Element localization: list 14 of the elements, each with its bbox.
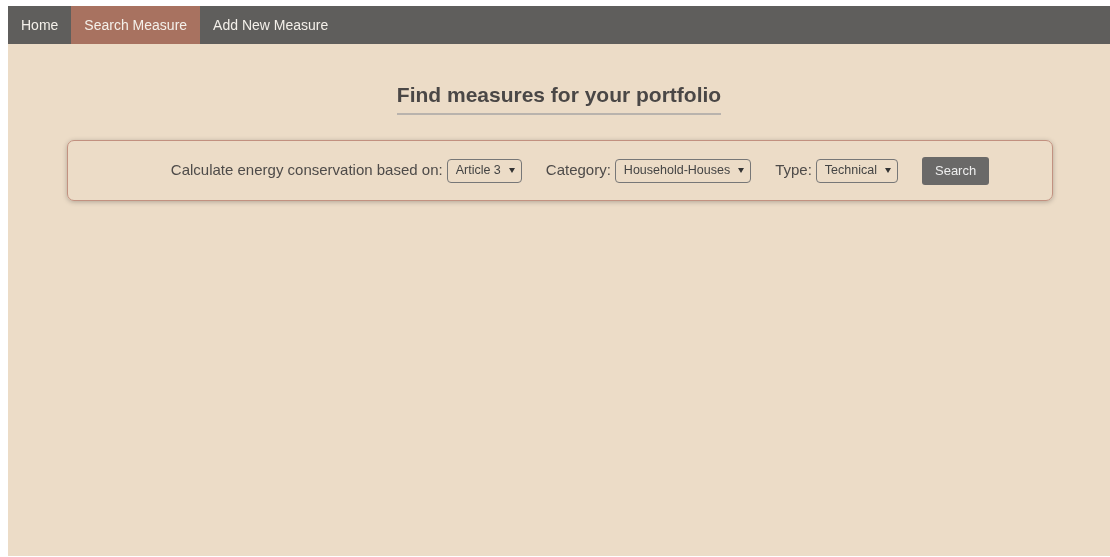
caret-icon (885, 168, 891, 174)
caret-icon (738, 168, 745, 174)
caret-icon (508, 168, 515, 174)
nav-link[interactable]: Search Measure (71, 6, 201, 44)
filter-label: Category: (545, 160, 611, 181)
dropdown[interactable]: Household-Houses (614, 158, 752, 183)
filter-label: Type: (775, 160, 812, 181)
nav-link[interactable]: Home (8, 6, 72, 44)
filter-label: Calculate energy conservation based on: (170, 160, 443, 181)
page-title: Find measures for your portfolio (396, 82, 722, 116)
dropdown[interactable]: Article 3 (446, 158, 522, 183)
dropdown[interactable]: Technical (815, 158, 898, 183)
search-button[interactable]: Search (922, 156, 990, 185)
nav-link[interactable]: Add New Measure (200, 6, 342, 44)
